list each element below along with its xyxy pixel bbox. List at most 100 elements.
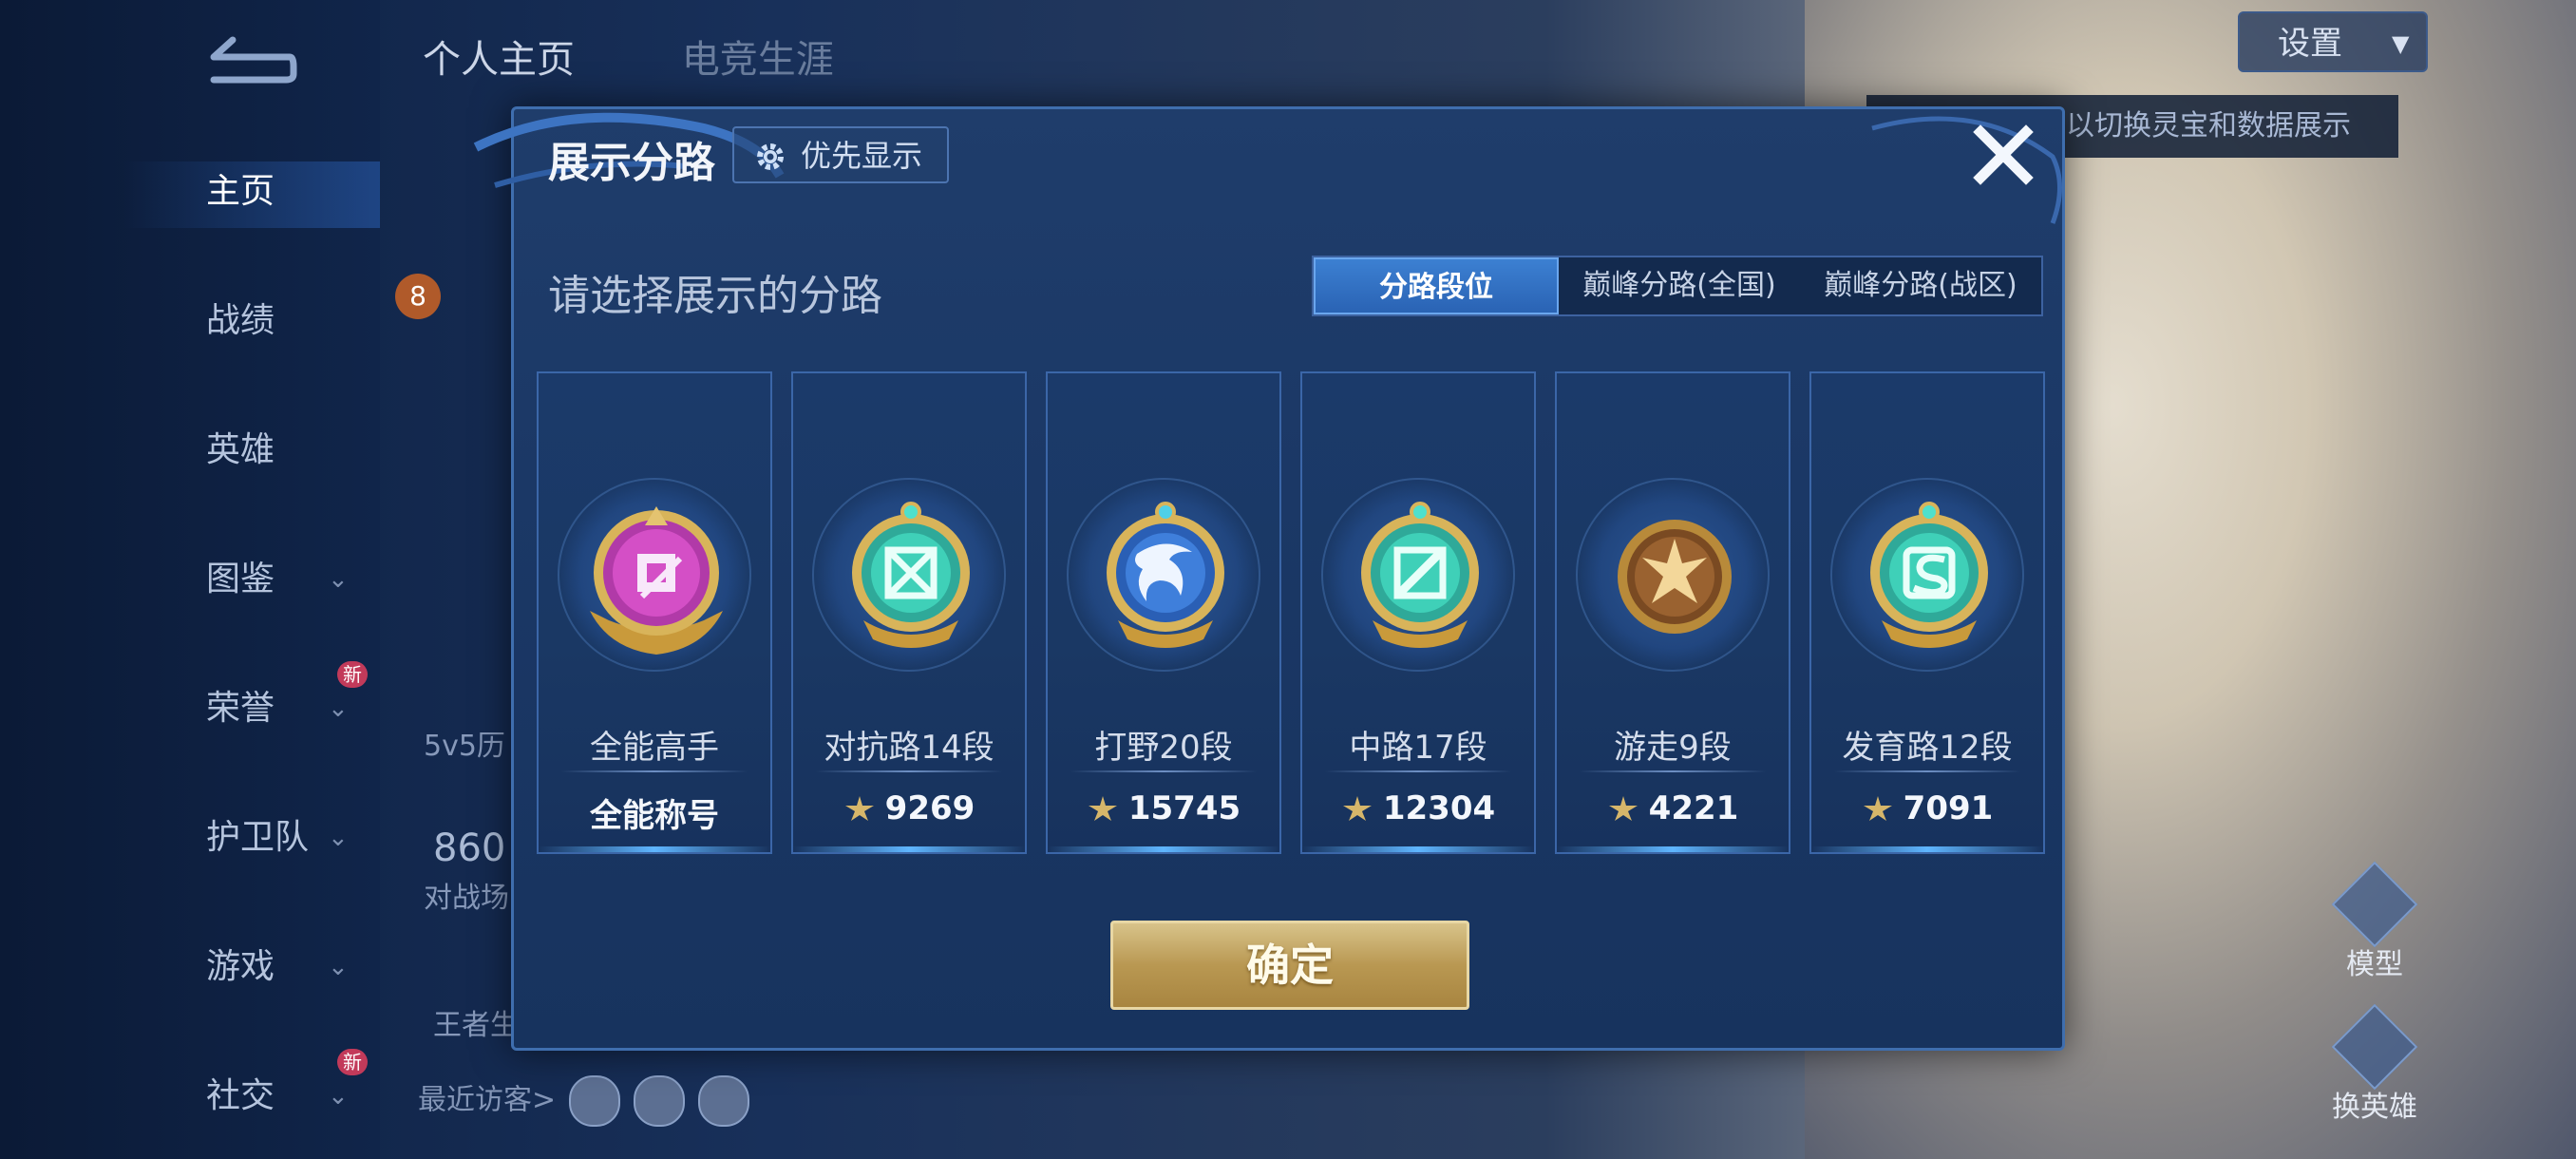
gear-icon — [757, 143, 784, 170]
chevron-down-icon: ⌄ — [328, 824, 349, 852]
chevron-down-icon: ⌄ — [328, 694, 349, 723]
level-badge: 8 — [395, 274, 441, 319]
lane-mode-tabs: 分路段位 巅峰分路(全国) 巅峰分路(战区) — [1312, 256, 2043, 316]
nav-label: 社交 — [206, 1076, 275, 1115]
tab-peak-national[interactable]: 巅峰分路(全国) — [1559, 257, 1800, 314]
divider — [816, 770, 1002, 772]
nav-item-home[interactable]: 主页 — [142, 163, 351, 220]
nav-label: 护卫队 — [206, 818, 310, 857]
lane-value: 12304 — [1302, 789, 1534, 827]
lane-name: 全能高手 — [590, 729, 719, 767]
lane-cards: 全能高手 全能称号 对抗路14段 9269 打野20段 15745 中路17段 … — [537, 371, 2047, 856]
lane-value: 15745 — [1048, 789, 1279, 827]
priority-display-button[interactable]: 优先显示 — [732, 126, 949, 183]
chevron-down-icon: ⌄ — [328, 953, 349, 981]
lane-card-all-round[interactable]: 全能高手 全能称号 — [537, 371, 772, 854]
chevron-down-icon: ⌄ — [328, 565, 349, 594]
avatar[interactable] — [634, 1075, 686, 1127]
lane-card-mid[interactable]: 中路17段 12304 — [1300, 371, 1536, 854]
confirm-button[interactable]: 确定 — [1110, 921, 1469, 1010]
lane-value: 4221 — [1557, 789, 1789, 827]
card-bottom-glow — [1048, 846, 1279, 852]
tab-esports-career[interactable]: 电竞生涯 — [682, 38, 834, 82]
change-hero-icon — [2331, 1003, 2418, 1091]
peak-score-icon — [1088, 796, 1117, 821]
mid-lane-emblem-icon — [1361, 502, 1479, 648]
change-hero-label: 换英雄 — [2332, 1091, 2417, 1124]
lane-name: 对抗路14段 — [824, 729, 994, 767]
card-bottom-glow — [1811, 846, 2043, 852]
clash-lane-emblem-icon — [852, 502, 970, 648]
model-label: 模型 — [2346, 948, 2403, 981]
lane-card-jungle[interactable]: 打野20段 15745 — [1046, 371, 1281, 854]
top-tabs: 个人主页 电竞生涯 — [423, 28, 929, 84]
divider — [1834, 770, 2020, 772]
peak-score-icon — [1342, 796, 1372, 821]
chevron-down-icon: ⌄ — [328, 1082, 349, 1111]
peak-score-icon — [844, 796, 874, 821]
lane-card-clash[interactable]: 对抗路14段 9269 — [791, 371, 1027, 854]
nav-item-record[interactable]: 战绩 — [142, 293, 351, 350]
history-label: 5v5历 — [424, 730, 505, 763]
lane-display-dialog: 展示分路 优先显示 请选择展示的分路 分路段位 巅峰分路(全国) 巅峰分路(战区… — [473, 106, 2065, 1051]
card-bottom-glow — [1302, 846, 1534, 852]
recent-visitors[interactable]: 最近访客> — [418, 1075, 750, 1127]
card-bottom-glow — [1557, 846, 1789, 852]
priority-display-label: 优先显示 — [801, 138, 923, 174]
chevron-down-icon: ▼ — [2392, 30, 2410, 57]
nav-item-guard[interactable]: 护卫队 ⌄ — [142, 809, 351, 866]
lane-card-roam[interactable]: 游走9段 4221 — [1555, 371, 1790, 854]
nav-item-games[interactable]: 游戏 ⌄ — [142, 939, 351, 996]
divider — [1070, 770, 1257, 772]
dialog-subtitle: 请选择展示的分路 — [548, 272, 882, 320]
back-arrow-icon[interactable] — [195, 28, 299, 86]
tab-lane-rank[interactable]: 分路段位 — [1314, 257, 1559, 314]
jungle-emblem-icon — [1107, 502, 1224, 648]
battle-label: 对战场 — [424, 882, 509, 915]
lane-name: 打野20段 — [1094, 729, 1233, 767]
nav-label: 游戏 — [206, 947, 275, 986]
nav-item-social[interactable]: 社交 新 ⌄ — [142, 1049, 368, 1125]
lane-value: 全能称号 — [539, 789, 770, 836]
nav-label: 荣誉 — [206, 689, 275, 728]
all-round-emblem-icon — [590, 506, 723, 655]
farm-lane-emblem-icon — [1870, 502, 1988, 648]
lane-value-text: 9269 — [884, 789, 975, 827]
lane-name: 发育路12段 — [1842, 729, 2013, 767]
peak-score-icon — [1608, 796, 1638, 821]
lane-name: 游走9段 — [1614, 729, 1732, 767]
settings-button[interactable]: 设置 ▼ — [2238, 11, 2428, 72]
dialog-title: 展示分路 — [548, 139, 715, 187]
avatar[interactable] — [569, 1075, 621, 1127]
lane-value-text: 7091 — [1903, 789, 1994, 827]
nav-label: 主页 — [206, 172, 275, 211]
change-hero-button[interactable]: 换英雄 — [2318, 1003, 2432, 1125]
peak-score-icon — [1863, 796, 1892, 821]
lane-value-text: 15745 — [1127, 789, 1241, 827]
roam-emblem-icon — [1618, 520, 1732, 634]
nav-item-collection[interactable]: 图鉴 ⌄ — [142, 551, 351, 608]
close-icon[interactable] — [1967, 119, 2039, 191]
nav-item-heroes[interactable]: 英雄 — [142, 422, 351, 479]
avatar[interactable] — [698, 1075, 750, 1127]
nav-item-honor[interactable]: 荣誉 新 ⌄ — [142, 661, 368, 737]
nav-label: 战绩 — [206, 301, 275, 340]
nav-label: 英雄 — [206, 430, 275, 469]
lane-value-text: 4221 — [1648, 789, 1739, 827]
lane-card-farm[interactable]: 发育路12段 7091 — [1809, 371, 2045, 854]
lane-value: 7091 — [1811, 789, 2043, 827]
lane-value: 9269 — [793, 789, 1025, 827]
tab-peak-region[interactable]: 巅峰分路(战区) — [1800, 257, 2041, 314]
model-button[interactable]: 模型 — [2318, 861, 2432, 982]
lane-value-text: 12304 — [1382, 789, 1496, 827]
settings-label: 设置 — [2278, 25, 2342, 63]
nav-label: 图鉴 — [206, 560, 275, 598]
score-value: 860 — [433, 826, 506, 870]
divider — [1580, 770, 1766, 772]
tab-profile[interactable]: 个人主页 — [423, 38, 575, 82]
model-icon — [2331, 861, 2418, 948]
divider — [1325, 770, 1511, 772]
card-bottom-glow — [793, 846, 1025, 852]
lane-name: 中路17段 — [1349, 729, 1487, 767]
lane-value-text: 全能称号 — [590, 797, 719, 835]
